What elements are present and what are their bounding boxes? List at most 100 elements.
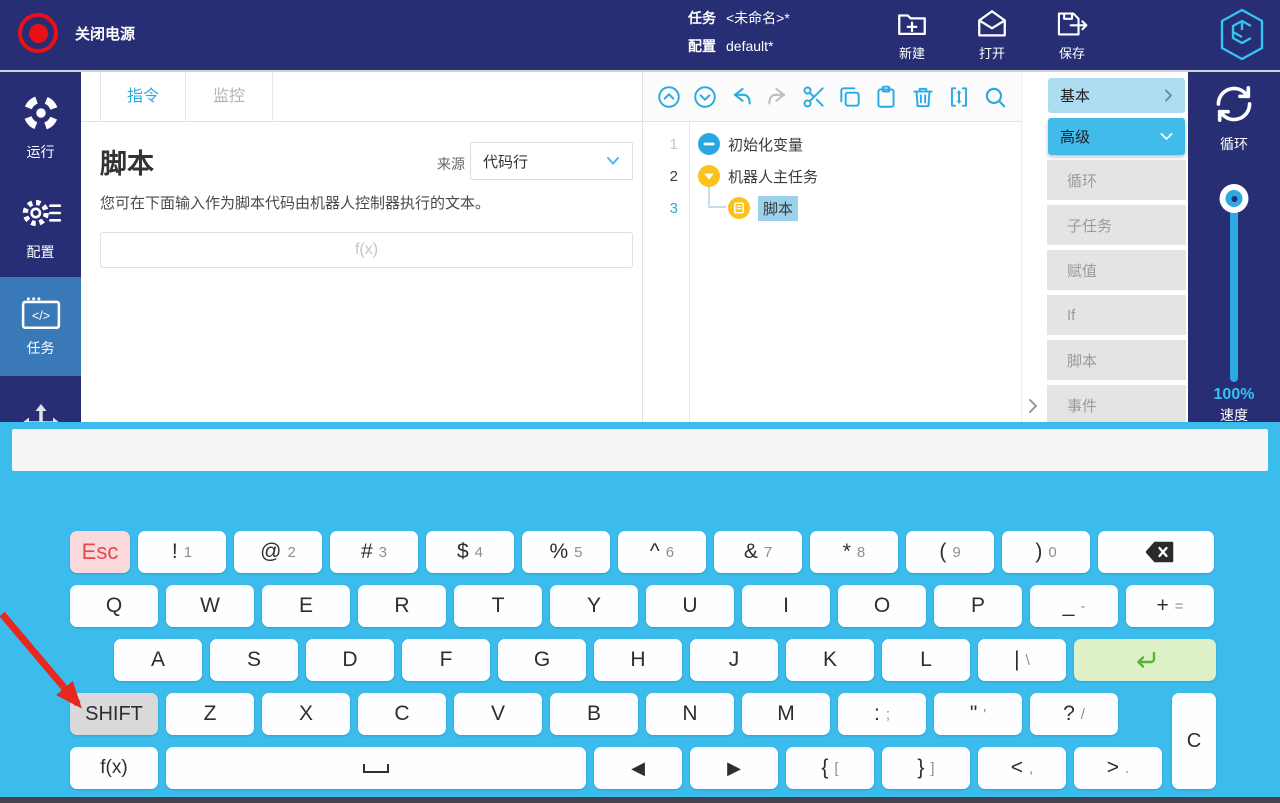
key-sub-label: 6	[666, 544, 674, 561]
key-5[interactable]: %5	[522, 531, 610, 573]
key-brace-bracket-close[interactable]: }]	[882, 747, 970, 789]
key-main-label: $	[457, 540, 469, 564]
key-c-side[interactable]: C	[1172, 693, 1216, 789]
command-item-script[interactable]: 脚本	[1047, 340, 1186, 380]
key-n[interactable]: N	[646, 693, 734, 735]
tree-row-init-vars[interactable]: 1 初始化变量	[643, 128, 1021, 160]
delete-icon[interactable]	[910, 84, 936, 110]
tree-node-label: 脚本	[758, 196, 798, 221]
key-question-slash[interactable]: ?/	[1030, 693, 1118, 735]
key-space[interactable]	[166, 747, 586, 789]
command-item-loop[interactable]: 循环	[1047, 160, 1186, 200]
key-o[interactable]: O	[838, 585, 926, 627]
key-6[interactable]: ^6	[618, 531, 706, 573]
key-q[interactable]: Q	[70, 585, 158, 627]
key-0[interactable]: )0	[1002, 531, 1090, 573]
key-2[interactable]: @2	[234, 531, 322, 573]
key-arrow-right[interactable]: ▶	[690, 747, 778, 789]
tree-row-main-task[interactable]: 2 机器人主任务	[643, 160, 1021, 192]
key-r[interactable]: R	[358, 585, 446, 627]
key-b[interactable]: B	[550, 693, 638, 735]
speed-slider-track[interactable]	[1230, 190, 1238, 382]
sidebar-item-run[interactable]: 运行	[0, 82, 81, 172]
key-1[interactable]: !1	[138, 531, 226, 573]
command-item-assign[interactable]: 赋值	[1047, 250, 1186, 290]
key-s[interactable]: S	[210, 639, 298, 681]
key-brace-bracket-open[interactable]: {[	[786, 747, 874, 789]
key-3[interactable]: #3	[330, 531, 418, 573]
key-e[interactable]: E	[262, 585, 350, 627]
move-up-icon[interactable]	[656, 84, 682, 110]
sidebar-item-config[interactable]: 配置	[0, 182, 81, 272]
speed-slider-handle[interactable]	[1220, 184, 1249, 213]
key-v[interactable]: V	[454, 693, 542, 735]
key-shift[interactable]: SHIFT	[70, 693, 158, 735]
key-u[interactable]: U	[646, 585, 734, 627]
key-m[interactable]: M	[742, 693, 830, 735]
tab-instruction[interactable]: 指令	[100, 72, 185, 121]
key-main-label: ?	[1063, 702, 1075, 726]
keyboard-text-input[interactable]	[12, 429, 1268, 471]
key-pipe-backslash[interactable]: |\	[978, 639, 1066, 681]
key-4[interactable]: $4	[426, 531, 514, 573]
command-item-subtask[interactable]: 子任务	[1047, 205, 1186, 245]
loop-mode-button[interactable]	[1212, 82, 1256, 131]
panel-splitter[interactable]	[1021, 72, 1045, 422]
key-plus-equals[interactable]: +=	[1126, 585, 1214, 627]
copy-icon[interactable]	[837, 84, 863, 110]
key-quote-apostrophe[interactable]: "'	[934, 693, 1022, 735]
command-item-event[interactable]: 事件	[1047, 385, 1186, 422]
tree-row-script[interactable]: 3 脚本	[643, 192, 1021, 224]
key-9[interactable]: (9	[906, 531, 994, 573]
key-enter[interactable]	[1074, 639, 1216, 681]
key-less-comma[interactable]: <,	[978, 747, 1066, 789]
undo-icon[interactable]	[728, 84, 754, 110]
new-button[interactable]: 新建	[878, 7, 946, 62]
key-l[interactable]: L	[882, 639, 970, 681]
key-d[interactable]: D	[306, 639, 394, 681]
key-h[interactable]: H	[594, 639, 682, 681]
open-button[interactable]: 打开	[958, 7, 1026, 62]
key-p[interactable]: P	[934, 585, 1022, 627]
command-item-if[interactable]: If	[1047, 295, 1186, 335]
insert-icon[interactable]	[946, 84, 972, 110]
key-t[interactable]: T	[454, 585, 542, 627]
script-expression-input[interactable]	[100, 232, 633, 268]
key-z[interactable]: Z	[166, 693, 254, 735]
key-colon-semicolon[interactable]: :;	[838, 693, 926, 735]
key-underscore-hyphen[interactable]: _-	[1030, 585, 1118, 627]
key-c[interactable]: C	[358, 693, 446, 735]
key-i[interactable]: I	[742, 585, 830, 627]
key-fx[interactable]: f(x)	[70, 747, 158, 789]
key-esc[interactable]: Esc	[70, 531, 130, 573]
cut-icon[interactable]	[801, 84, 827, 110]
power-button[interactable]	[18, 13, 58, 53]
key-w[interactable]: W	[166, 585, 254, 627]
key-main-label: #	[361, 540, 373, 564]
command-group-advanced[interactable]: 高级	[1048, 118, 1185, 155]
key-8[interactable]: *8	[810, 531, 898, 573]
redo-icon[interactable]	[765, 84, 791, 110]
source-dropdown[interactable]: 代码行	[470, 142, 633, 180]
new-file-icon	[895, 7, 929, 41]
key-greater-period[interactable]: >.	[1074, 747, 1162, 789]
key-a[interactable]: A	[114, 639, 202, 681]
sidebar-item-move[interactable]	[0, 388, 81, 422]
key-k[interactable]: K	[786, 639, 874, 681]
key-y[interactable]: Y	[550, 585, 638, 627]
key-x[interactable]: X	[262, 693, 350, 735]
key-main-label: _	[1063, 594, 1075, 618]
tab-monitor[interactable]: 监控	[185, 72, 273, 121]
search-icon[interactable]	[982, 84, 1008, 110]
key-j[interactable]: J	[690, 639, 778, 681]
move-down-icon[interactable]	[692, 84, 718, 110]
key-backspace[interactable]	[1098, 531, 1214, 573]
command-group-basic[interactable]: 基本	[1048, 78, 1185, 113]
key-7[interactable]: &7	[714, 531, 802, 573]
key-f[interactable]: F	[402, 639, 490, 681]
sidebar-item-task[interactable]: </> 任务	[0, 277, 81, 376]
save-button[interactable]: 保存	[1038, 7, 1106, 62]
key-g[interactable]: G	[498, 639, 586, 681]
paste-icon[interactable]	[873, 84, 899, 110]
key-arrow-left[interactable]: ◀	[594, 747, 682, 789]
